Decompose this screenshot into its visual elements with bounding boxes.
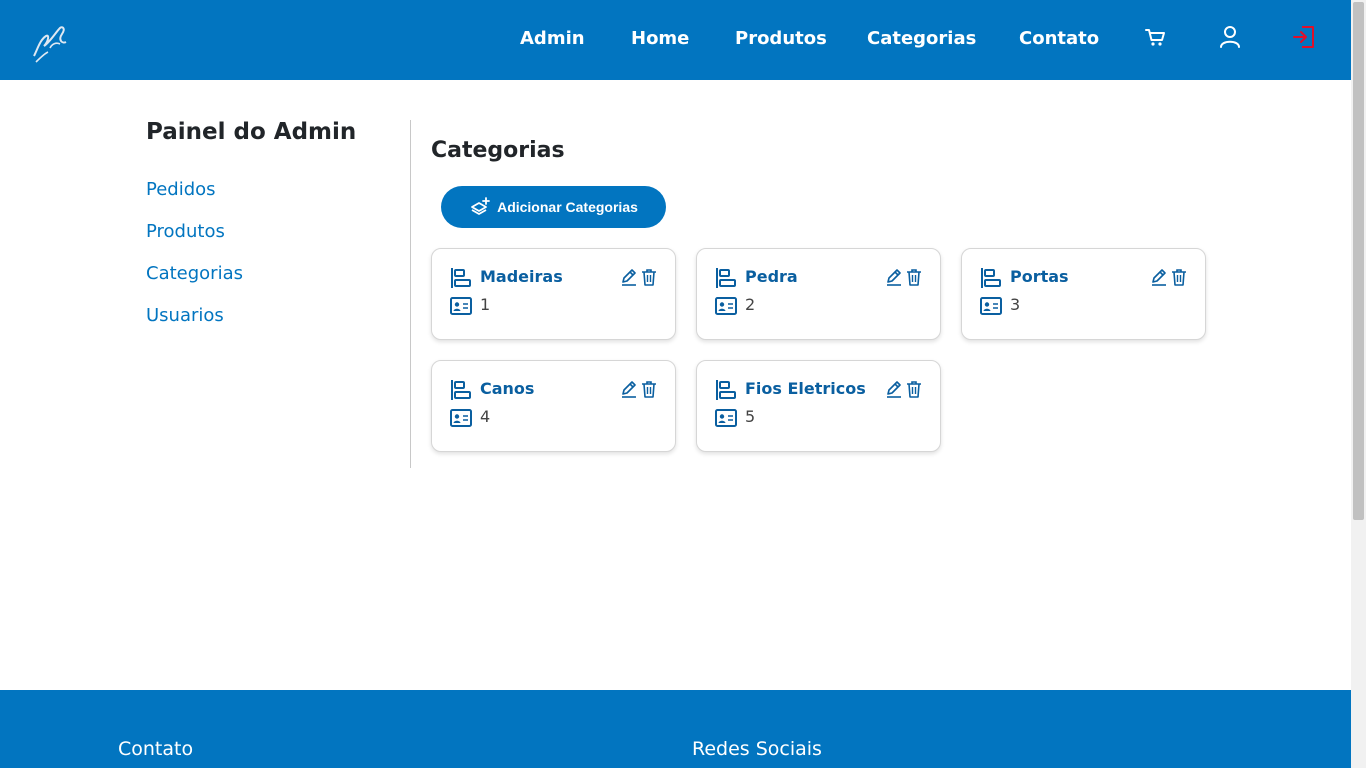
align-left-icon [716, 268, 736, 288]
trash-icon[interactable] [906, 380, 922, 398]
nav-contato[interactable]: Contato [1019, 27, 1099, 51]
add-category-button[interactable]: Adicionar Categorias [441, 186, 666, 228]
sidebar-item-produtos[interactable]: Produtos [146, 221, 225, 242]
edit-icon[interactable] [1151, 268, 1167, 286]
category-id: 3 [1010, 295, 1021, 314]
nav-categorias[interactable]: Categorias [867, 27, 976, 51]
category-name: Portas [1010, 267, 1069, 286]
trash-icon[interactable] [1171, 268, 1187, 286]
page-title: Categorias [431, 138, 565, 163]
category-card: Portas 3 [961, 248, 1206, 340]
nav-home[interactable]: Home [631, 27, 689, 51]
footer-social-heading: Redes Sociais [692, 738, 822, 760]
id-card-icon [715, 409, 737, 427]
edit-icon[interactable] [621, 380, 637, 398]
cart-icon[interactable] [1143, 24, 1169, 50]
category-name: Canos [480, 379, 535, 398]
add-category-label: Adicionar Categorias [497, 199, 638, 215]
category-id: 2 [745, 295, 756, 314]
category-card: Canos 4 [431, 360, 676, 452]
trash-icon[interactable] [641, 268, 657, 286]
footer: Contato Redes Sociais [0, 690, 1351, 768]
category-card: Pedra 2 [696, 248, 941, 340]
footer-contact-heading: Contato [118, 738, 194, 760]
align-left-icon [716, 380, 736, 400]
edit-icon[interactable] [886, 268, 902, 286]
sidebar-item-categorias[interactable]: Categorias [146, 263, 243, 284]
nav-produtos[interactable]: Produtos [735, 27, 827, 51]
scrollbar-thumb[interactable] [1353, 2, 1364, 520]
align-left-icon [981, 268, 1001, 288]
id-card-icon [450, 409, 472, 427]
category-id: 1 [480, 295, 491, 314]
align-left-icon [451, 268, 471, 288]
id-card-icon [715, 297, 737, 315]
category-name: Fios Eletricos [745, 379, 866, 398]
top-navbar: Admin Home Produtos Categorias Contato [0, 0, 1351, 80]
category-name: Pedra [745, 267, 798, 286]
category-id: 5 [745, 407, 756, 426]
edit-icon[interactable] [886, 380, 902, 398]
logo-icon[interactable] [26, 18, 72, 66]
edit-icon[interactable] [621, 268, 637, 286]
category-name: Madeiras [480, 267, 563, 286]
sidebar-divider [410, 120, 411, 468]
category-card: Madeiras 1 [431, 248, 676, 340]
add-layers-icon [471, 197, 490, 215]
sidebar-item-pedidos[interactable]: Pedidos [146, 179, 216, 200]
user-icon[interactable] [1217, 24, 1243, 50]
id-card-icon [980, 297, 1002, 315]
category-id: 4 [480, 407, 491, 426]
scrollbar[interactable] [1351, 0, 1366, 768]
category-card: Fios Eletricos 5 [696, 360, 941, 452]
trash-icon[interactable] [641, 380, 657, 398]
sidebar-title: Painel do Admin [146, 119, 357, 145]
align-left-icon [451, 380, 471, 400]
sidebar-item-usuarios[interactable]: Usuarios [146, 305, 224, 326]
nav-admin[interactable]: Admin [520, 27, 585, 51]
logout-icon[interactable] [1291, 24, 1317, 50]
trash-icon[interactable] [906, 268, 922, 286]
id-card-icon [450, 297, 472, 315]
